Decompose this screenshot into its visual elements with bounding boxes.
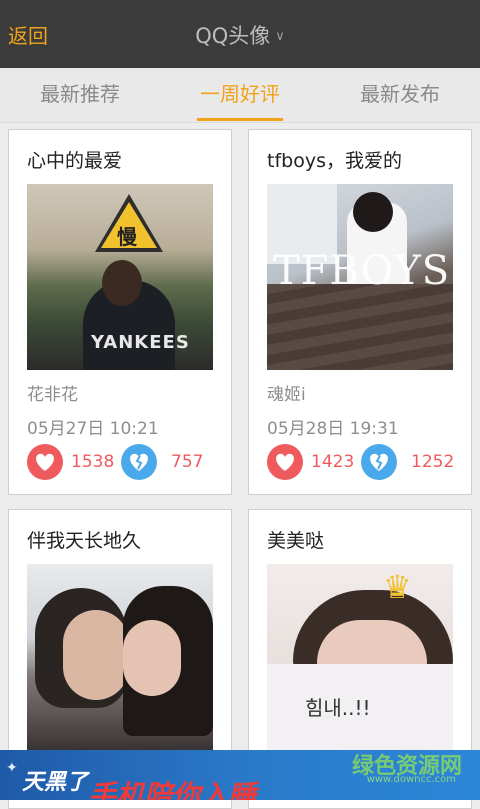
card-title: 美美哒 [267, 530, 325, 552]
card-stats: 1423 1252 [267, 444, 467, 480]
watermark-url: www.downcc.com [366, 774, 456, 785]
card-title: 心中的最爱 [27, 150, 123, 172]
person-head [353, 192, 393, 232]
card-stats: 1538 757 [27, 444, 227, 480]
like-heart-icon[interactable] [267, 444, 303, 480]
person-head [102, 260, 142, 306]
title-text: QQ头像 [195, 24, 271, 48]
tab-latest-recommend[interactable]: 最新推荐 [0, 68, 160, 122]
app-header: 返回 QQ头像 ∨ [0, 0, 480, 68]
page-title[interactable]: QQ头像 ∨ [0, 20, 480, 50]
dislike-count: 1252 [411, 452, 455, 472]
road-sign-text: 慢 [117, 225, 137, 249]
person-face [63, 610, 129, 700]
broken-heart-icon[interactable] [121, 444, 157, 480]
avatar-card[interactable]: tfboys，我爱的 TFBOYS 魂姬i 05月28日 19:31 1423 … [248, 129, 472, 495]
card-author: 魂姬i [267, 385, 306, 405]
tab-latest-release[interactable]: 最新发布 [320, 68, 480, 122]
wood-floor [267, 284, 453, 370]
jersey-text: YANKEES [91, 332, 190, 353]
tab-bar: 最新推荐 一周好评 最新发布 [0, 68, 480, 123]
card-photo[interactable] [27, 564, 213, 750]
avatar-card[interactable]: 心中的最爱 慢 YANKEES 花非花 05月27日 10:21 1538 75… [8, 129, 232, 495]
broken-heart-icon[interactable] [361, 444, 397, 480]
card-photo[interactable]: 慢 YANKEES [27, 184, 213, 370]
photo-overlay-text: TFBOYS [273, 248, 451, 294]
ad-text-secondary: 手机陪你入睡 [88, 779, 257, 800]
card-photo[interactable]: TFBOYS [267, 184, 453, 370]
card-author: 花非花 [27, 385, 78, 405]
chevron-down-icon: ∨ [275, 29, 285, 44]
crown-icon: ♛ [383, 568, 412, 606]
person-face [123, 620, 181, 696]
sparkle-icon: ✦ [6, 760, 18, 776]
like-heart-icon[interactable] [27, 444, 63, 480]
photo-overlay-text: 힘내..!! [305, 696, 371, 720]
card-grid: 心中的最爱 慢 YANKEES 花非花 05月27日 10:21 1538 75… [0, 123, 480, 809]
like-count: 1423 [311, 452, 355, 472]
card-time: 05月28日 19:31 [267, 419, 399, 439]
like-count: 1538 [71, 452, 115, 472]
dislike-count: 757 [171, 452, 204, 472]
ad-text-primary: 天黑了 [22, 770, 89, 795]
card-time: 05月27日 10:21 [27, 419, 159, 439]
card-title: 伴我天长地久 [27, 530, 142, 552]
card-title: tfboys，我爱的 [267, 150, 402, 172]
tab-week-top-rated[interactable]: 一周好评 [160, 68, 320, 122]
card-photo[interactable]: ♛ 힘내..!! [267, 564, 453, 750]
